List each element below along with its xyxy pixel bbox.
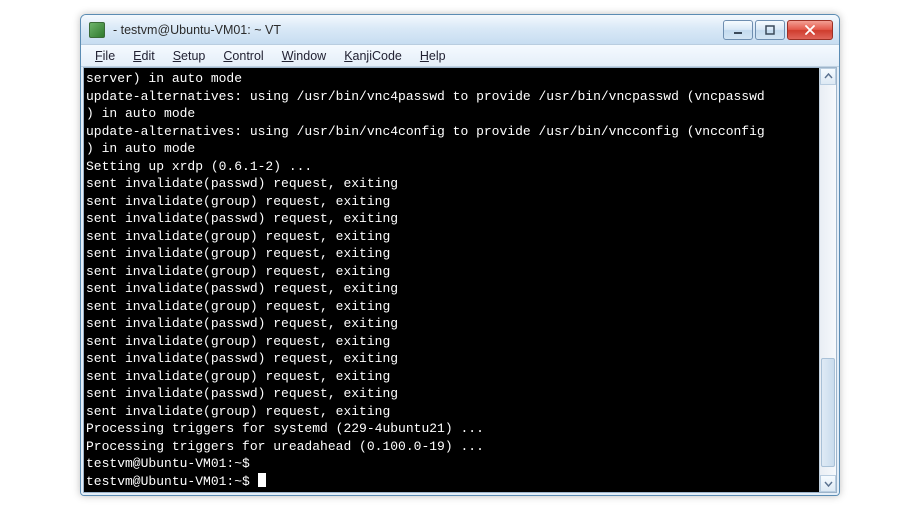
terminal-line: sent invalidate(group) request, exiting (86, 403, 817, 421)
terminal-line: sent invalidate(passwd) request, exiting (86, 350, 817, 368)
menu-kanjicode[interactable]: KanjiCode (336, 47, 410, 65)
terminal-line: sent invalidate(group) request, exiting (86, 298, 817, 316)
terminal-line: update-alternatives: using /usr/bin/vnc4… (86, 123, 817, 141)
terminal-line: sent invalidate(passwd) request, exiting (86, 280, 817, 298)
terminal-line: testvm@Ubuntu-VM01:~$ (86, 455, 817, 473)
chevron-up-icon (824, 72, 833, 81)
terminal-line: sent invalidate(passwd) request, exiting (86, 315, 817, 333)
terminal-line: sent invalidate(group) request, exiting (86, 368, 817, 386)
terminal-line: update-alternatives: using /usr/bin/vnc4… (86, 88, 817, 106)
terminal-line: ) in auto mode (86, 140, 817, 158)
menu-setup[interactable]: Setup (165, 47, 214, 65)
app-icon (89, 22, 105, 38)
terminal-line: Processing triggers for systemd (229-4ub… (86, 420, 817, 438)
window-frame: - testvm@Ubuntu-VM01: ~ VT File Edit Set… (80, 14, 840, 496)
chevron-down-icon (824, 479, 833, 488)
scroll-down-button[interactable] (820, 475, 836, 492)
menubar: File Edit Setup Control Window KanjiCode… (81, 45, 839, 67)
menu-file[interactable]: File (87, 47, 123, 65)
terminal-line: sent invalidate(passwd) request, exiting (86, 210, 817, 228)
terminal-line: Setting up xrdp (0.6.1-2) ... (86, 158, 817, 176)
menu-control[interactable]: Control (215, 47, 271, 65)
close-button[interactable] (787, 20, 833, 40)
scroll-track[interactable] (820, 85, 836, 475)
terminal-wrap: server) in auto modeupdate-alternatives:… (83, 67, 837, 493)
scroll-thumb[interactable] (821, 358, 835, 467)
terminal-line: server) in auto mode (86, 70, 817, 88)
maximize-button[interactable] (755, 20, 785, 40)
menu-help[interactable]: Help (412, 47, 454, 65)
menu-edit[interactable]: Edit (125, 47, 163, 65)
terminal-line: ) in auto mode (86, 105, 817, 123)
terminal-line: sent invalidate(group) request, exiting (86, 193, 817, 211)
terminal-prompt: testvm@Ubuntu-VM01:~$ (86, 474, 258, 489)
window-title: - testvm@Ubuntu-VM01: ~ VT (113, 23, 723, 37)
minimize-button[interactable] (723, 20, 753, 40)
terminal-line: sent invalidate(group) request, exiting (86, 245, 817, 263)
titlebar[interactable]: - testvm@Ubuntu-VM01: ~ VT (81, 15, 839, 45)
terminal-line: sent invalidate(passwd) request, exiting (86, 385, 817, 403)
terminal-cursor (258, 473, 266, 487)
scrollbar[interactable] (819, 68, 836, 492)
menu-window[interactable]: Window (274, 47, 334, 65)
terminal[interactable]: server) in auto modeupdate-alternatives:… (84, 68, 819, 492)
terminal-line: sent invalidate(group) request, exiting (86, 333, 817, 351)
terminal-line: sent invalidate(group) request, exiting (86, 263, 817, 281)
window-controls (723, 20, 833, 40)
terminal-line: sent invalidate(passwd) request, exiting (86, 175, 817, 193)
content-area: server) in auto modeupdate-alternatives:… (81, 67, 839, 495)
terminal-prompt-line[interactable]: testvm@Ubuntu-VM01:~$ (86, 473, 817, 491)
terminal-line: sent invalidate(group) request, exiting (86, 228, 817, 246)
terminal-line: Processing triggers for ureadahead (0.10… (86, 438, 817, 456)
scroll-up-button[interactable] (820, 68, 836, 85)
